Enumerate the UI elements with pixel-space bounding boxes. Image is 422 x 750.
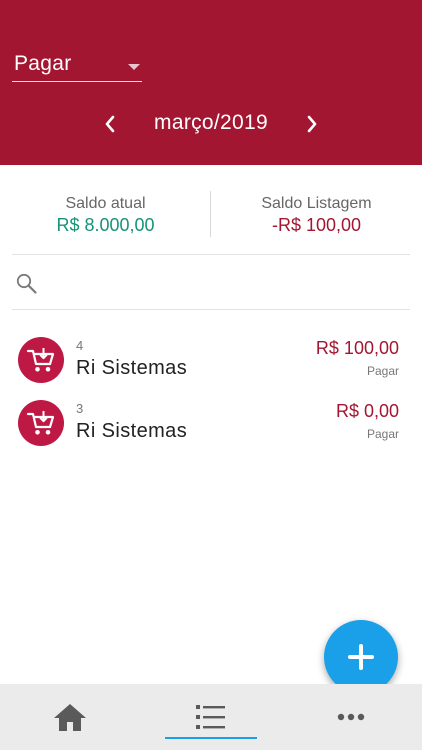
chevron-right-icon <box>307 115 317 133</box>
current-balance-label: Saldo atual <box>65 195 146 212</box>
tab-list[interactable] <box>141 684 281 750</box>
listing-balance: Saldo Listagem -R$ 100,00 <box>211 195 422 236</box>
month-label: março/2019 <box>154 111 268 134</box>
item-status: Pagar <box>366 427 399 441</box>
list-item[interactable]: 4 Ri Sistemas R$ 100,00 Pagar <box>0 327 422 390</box>
listing-balance-label: Saldo Listagem <box>261 195 372 212</box>
tab-home[interactable] <box>0 684 140 750</box>
caret-down-icon <box>128 64 140 70</box>
cart-icon <box>26 348 55 372</box>
home-icon <box>54 704 86 731</box>
cart-icon <box>26 411 55 435</box>
avatar <box>18 337 64 383</box>
item-number: 3 <box>76 401 84 416</box>
divider <box>12 309 410 310</box>
plus-icon <box>348 644 374 670</box>
active-tab-indicator <box>165 737 257 739</box>
avatar <box>18 400 64 446</box>
bottom-navigation <box>0 684 422 750</box>
item-name: Ri Sistemas <box>76 420 188 442</box>
month-navigator: março/2019 <box>0 105 422 143</box>
next-month-button[interactable] <box>294 105 330 143</box>
current-balance: Saldo atual R$ 8.000,00 <box>0 195 211 236</box>
item-name: Ri Sistemas <box>76 357 188 379</box>
list-item[interactable]: 3 Ri Sistemas R$ 0,00 Pagar <box>0 390 422 453</box>
list-icon <box>196 705 225 729</box>
more-icon <box>337 713 365 721</box>
item-status: Pagar <box>366 364 399 378</box>
chevron-left-icon <box>105 115 115 133</box>
tab-more[interactable] <box>281 684 421 750</box>
account-type-value: Pagar <box>14 52 72 75</box>
current-balance-value: R$ 8.000,00 <box>56 215 155 235</box>
previous-month-button[interactable] <box>92 105 128 143</box>
search-icon <box>16 273 37 294</box>
divider <box>12 254 410 255</box>
add-transaction-button[interactable] <box>324 620 398 694</box>
item-amount: R$ 100,00 <box>315 338 399 358</box>
item-amount: R$ 0,00 <box>335 401 399 421</box>
listing-balance-value: -R$ 100,00 <box>271 215 362 235</box>
item-number: 4 <box>76 338 84 353</box>
transaction-list: 4 Ri Sistemas R$ 100,00 Pagar 3 Ri Siste… <box>0 327 422 453</box>
search-bar[interactable] <box>12 262 410 306</box>
account-type-select[interactable]: Pagar <box>12 50 142 82</box>
balance-summary: Saldo atual R$ 8.000,00 Saldo Listagem -… <box>0 165 422 255</box>
search-input[interactable] <box>48 268 398 298</box>
header-bar: Pagar março/2019 <box>0 0 422 165</box>
